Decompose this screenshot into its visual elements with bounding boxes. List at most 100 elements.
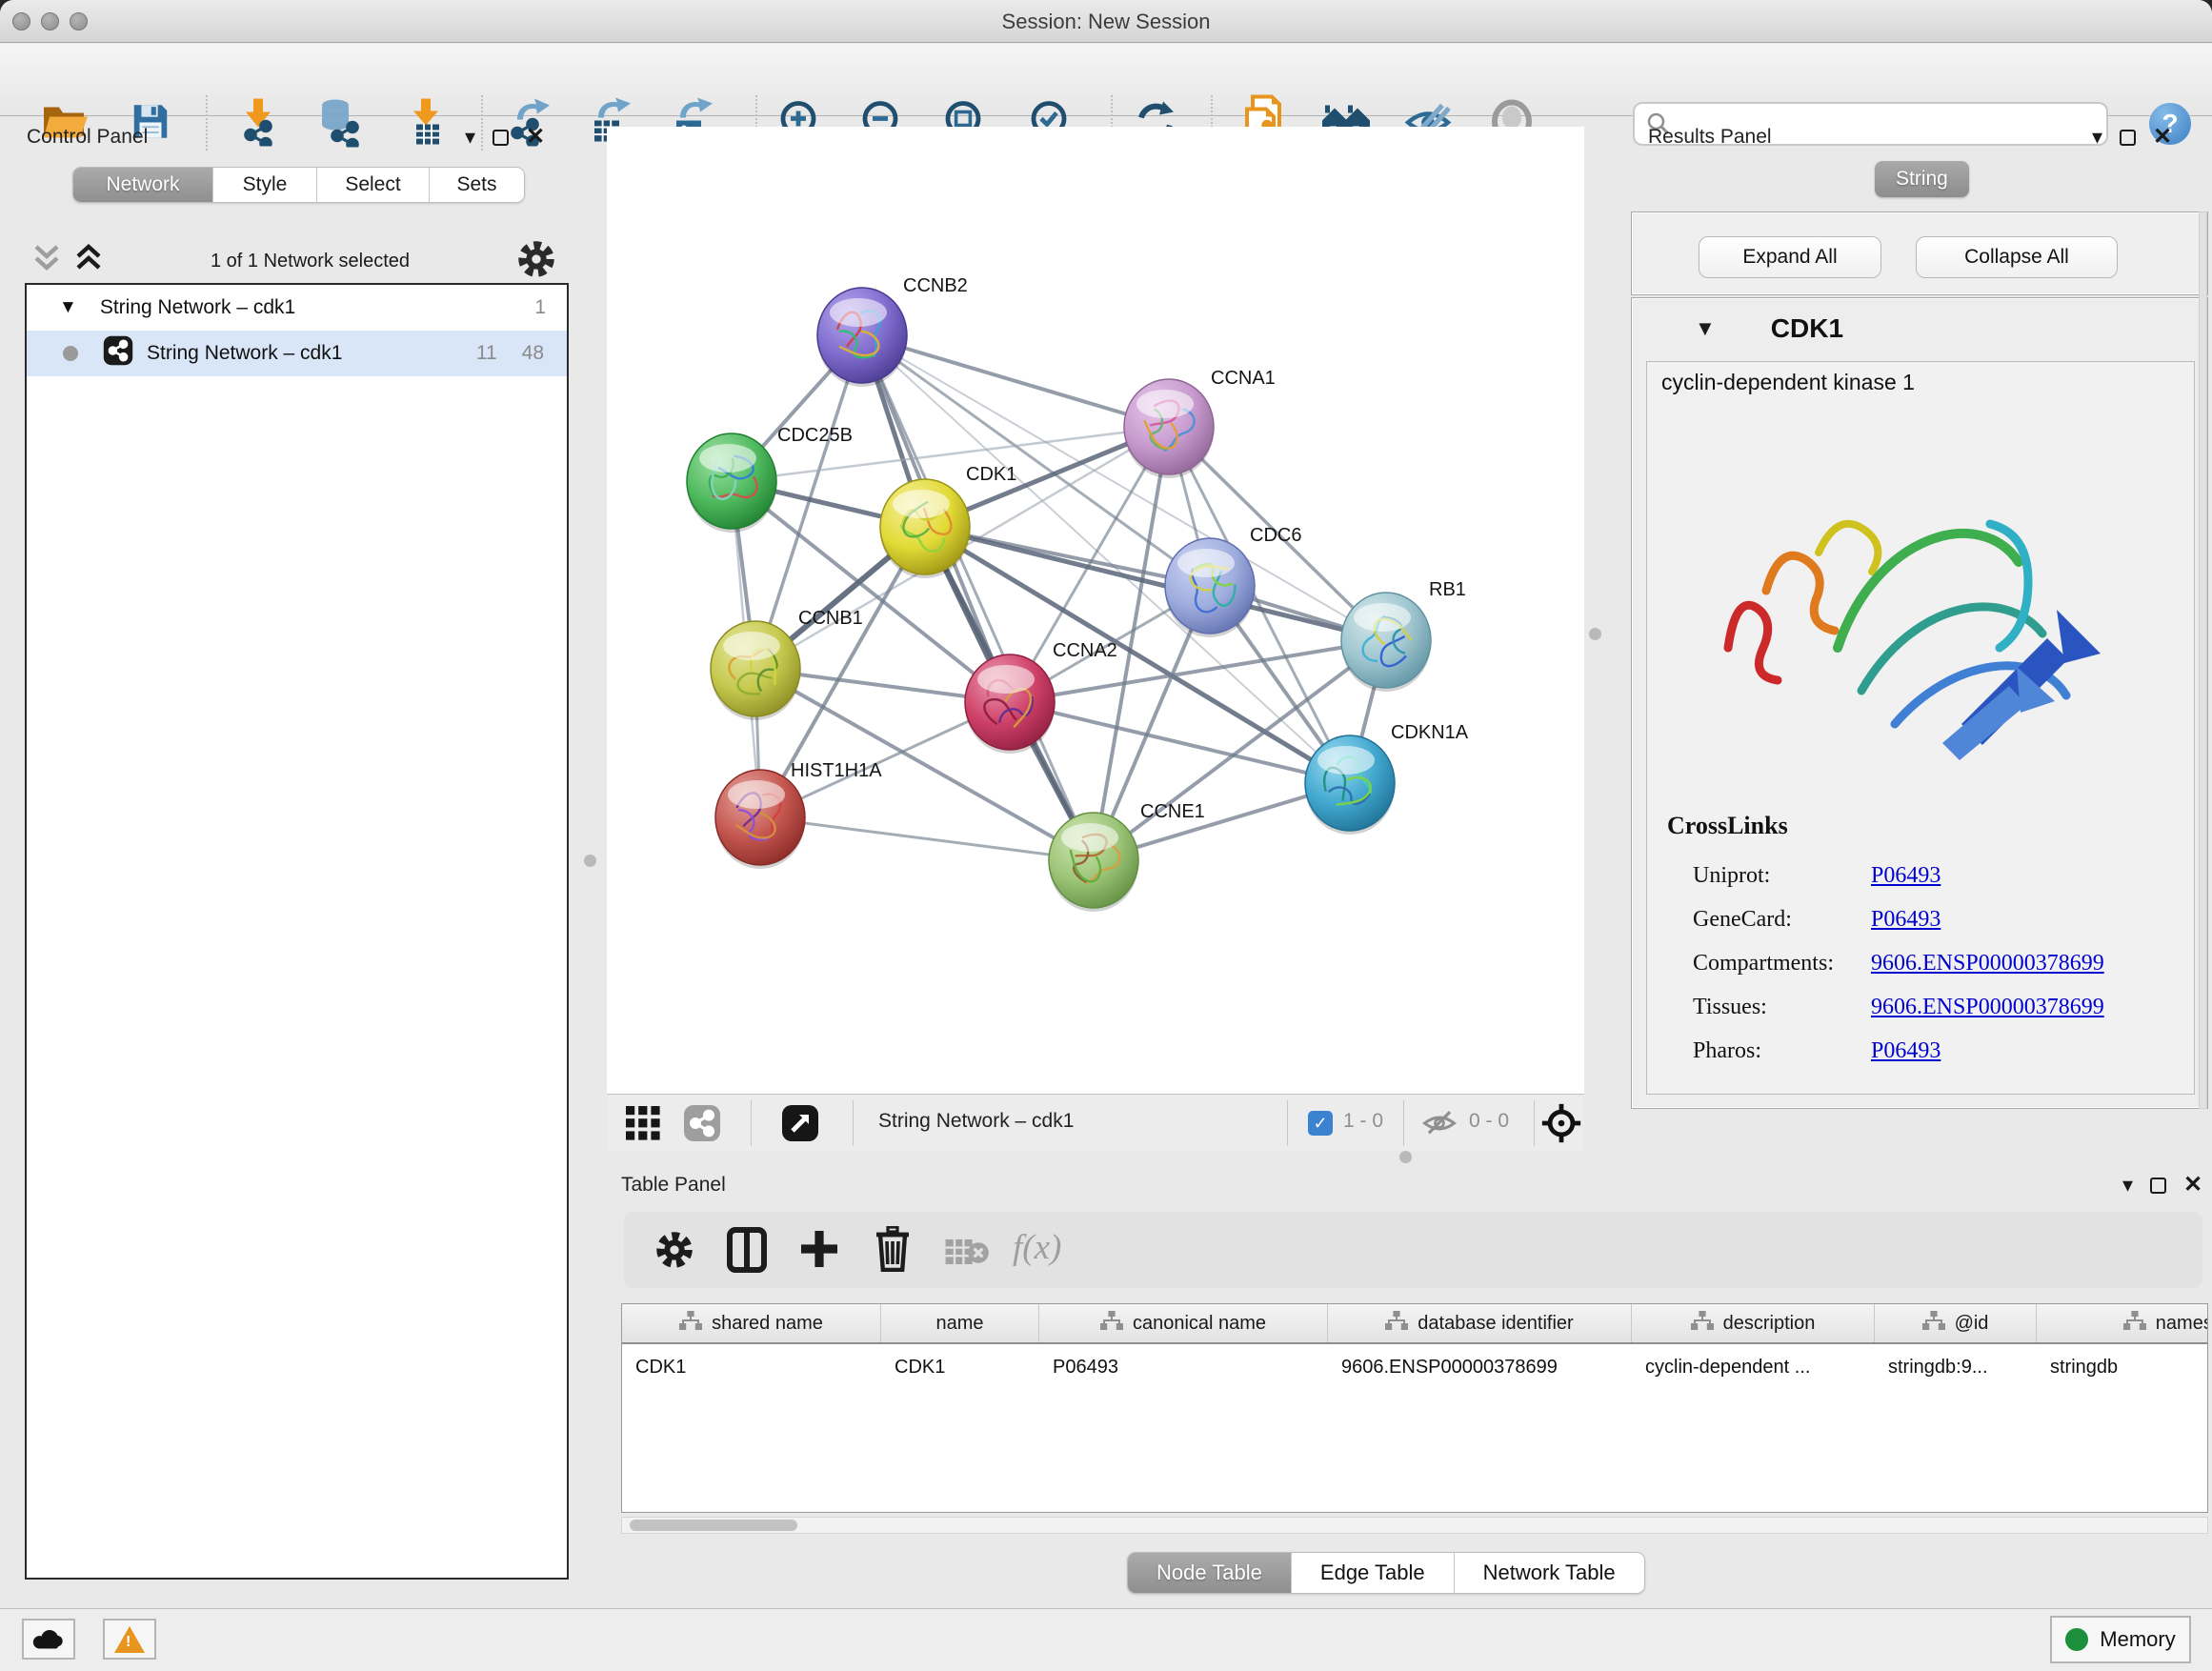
network-collection-row[interactable]: ▼ String Network – cdk1 1 <box>27 285 567 331</box>
separator <box>1287 1100 1288 1146</box>
table-cell[interactable]: P06493 <box>1039 1346 1328 1388</box>
function-builder-icon[interactable]: f(x) <box>1013 1227 1061 1268</box>
network-options-gear-icon[interactable] <box>517 240 555 283</box>
gene-caret-icon[interactable]: ▼ <box>1695 318 1716 339</box>
share-view-icon[interactable] <box>683 1104 721 1147</box>
crosslink-link[interactable]: P06493 <box>1871 907 1941 933</box>
edge-HIST1H1A-CCNE1[interactable] <box>760 817 1094 860</box>
import-network-file-button[interactable] <box>233 97 283 151</box>
hidden-eye-slash-icon[interactable] <box>1420 1109 1458 1142</box>
edge-CDK1-RB1[interactable] <box>925 527 1386 640</box>
network-canvas[interactable]: CCNB2CCNA1CDC25BCDK1CDC6RB1CCNB1CCNA2CDK… <box>607 127 1584 1094</box>
bottom-splitter-handle[interactable] <box>1399 1151 1412 1163</box>
column-label: @id <box>1955 1313 1989 1335</box>
tab-sets[interactable]: Sets <box>430 168 524 202</box>
grid-view-icon[interactable] <box>626 1106 660 1145</box>
node-CCNA1[interactable] <box>1124 379 1214 478</box>
node-CDC25B[interactable] <box>687 433 776 533</box>
table-cell[interactable]: CDK1 <box>881 1346 1039 1388</box>
column-header-description[interactable]: description <box>1632 1304 1875 1342</box>
table-cell[interactable]: stringdb:9... <box>1875 1346 2037 1388</box>
node-RB1[interactable] <box>1341 593 1431 692</box>
node-CDKN1A[interactable] <box>1305 735 1395 835</box>
results-panel-close-icon[interactable]: ✕ <box>2153 126 2172 149</box>
table-cell[interactable]: 9606.ENSP00000378699 <box>1328 1346 1632 1388</box>
table-panel-maximize-icon[interactable] <box>2150 1178 2166 1194</box>
warning-status-button[interactable]: ! <box>103 1619 156 1660</box>
table-cell[interactable]: CDK1 <box>622 1346 881 1388</box>
control-panel-float-icon[interactable]: ▾ <box>465 127 475 148</box>
results-panel-title: Results Panel <box>1648 126 1772 149</box>
cloud-status-button[interactable] <box>22 1619 75 1660</box>
delete-column-trash-icon[interactable] <box>874 1226 912 1277</box>
column-header-shared-name[interactable]: shared name <box>622 1304 881 1342</box>
results-scrollbar[interactable] <box>2199 211 2207 1109</box>
tab-network-table[interactable]: Network Table <box>1455 1553 1644 1593</box>
tree-caret-icon[interactable]: ▼ <box>59 297 77 318</box>
crosslink-link[interactable]: P06493 <box>1871 1038 1941 1064</box>
node-HIST1H1A[interactable] <box>715 770 805 869</box>
crosslink-link[interactable]: 9606.ENSP00000378699 <box>1871 951 2104 976</box>
node-CCNB2[interactable] <box>817 288 907 387</box>
tab-string[interactable]: String <box>1875 161 1969 197</box>
right-splitter-handle[interactable] <box>1589 628 1601 640</box>
separator <box>1403 1100 1404 1146</box>
table-hscrollbar[interactable] <box>621 1517 2208 1534</box>
network-row[interactable]: String Network – cdk1 11 48 <box>27 331 567 376</box>
network-graph[interactable]: CCNB2CCNA1CDC25BCDK1CDC6RB1CCNB1CCNA2CDK… <box>607 127 1584 1094</box>
crosslink-label: Uniprot: <box>1693 863 1871 889</box>
node-table: shared namenamecanonical namedatabase id… <box>621 1303 2208 1513</box>
table-panel-float-icon[interactable]: ▾ <box>2122 1175 2133 1196</box>
column-header-@id[interactable]: @id <box>1875 1304 2037 1342</box>
crosslink-label: Tissues: <box>1693 995 1871 1020</box>
tab-style[interactable]: Style <box>213 168 317 202</box>
birds-eye-view-icon[interactable] <box>1540 1102 1582 1149</box>
gene-section-header[interactable]: ▼ CDK1 <box>1632 298 2207 359</box>
tab-node-table[interactable]: Node Table <box>1128 1553 1292 1593</box>
import-network-database-button[interactable] <box>312 96 364 152</box>
edge-CCNB2-CCNA1[interactable] <box>862 335 1169 427</box>
crosslink-link[interactable]: 9606.ENSP00000378699 <box>1871 995 2104 1020</box>
open-in-new-window-icon[interactable] <box>781 1104 819 1147</box>
node-CCNB1[interactable] <box>711 621 800 720</box>
node-CCNA2[interactable] <box>965 654 1055 754</box>
status-bar: ! Memory <box>0 1608 2212 1671</box>
show-columns-icon[interactable] <box>727 1227 767 1278</box>
crosslink-label: Compartments: <box>1693 951 1871 976</box>
results-panel-maximize-icon[interactable] <box>2120 130 2136 146</box>
window-titlebar: Session: New Session <box>0 0 2212 43</box>
table-cell[interactable]: stringdb <box>2037 1346 2208 1388</box>
table-cell[interactable]: cyclin-dependent ... <box>1632 1346 1875 1388</box>
expand-all-networks-icon[interactable] <box>74 243 103 280</box>
tab-network[interactable]: Network <box>73 168 213 202</box>
edge-CCNB2-CCNE1[interactable] <box>862 335 1094 860</box>
selected-checkbox-icon[interactable]: ✓ <box>1308 1111 1333 1136</box>
warning-icon: ! <box>114 1626 145 1653</box>
column-header-name[interactable]: name <box>881 1304 1039 1342</box>
control-panel-close-icon[interactable]: ✕ <box>526 126 545 149</box>
node-CCNE1[interactable] <box>1049 813 1138 912</box>
add-column-icon[interactable] <box>799 1229 839 1274</box>
table-panel-close-icon[interactable]: ✕ <box>2183 1174 2202 1197</box>
column-header-namespace[interactable]: namespace <box>2037 1304 2208 1342</box>
control-panel-maximize-icon[interactable] <box>493 130 509 146</box>
table-settings-gear-icon[interactable] <box>655 1231 694 1274</box>
tab-select[interactable]: Select <box>317 168 430 202</box>
column-header-database-identifier[interactable]: database identifier <box>1328 1304 1632 1342</box>
crosslink-link[interactable]: P06493 <box>1871 863 1941 889</box>
column-type-icon <box>1691 1311 1714 1336</box>
node-CDK1[interactable] <box>880 479 970 578</box>
left-splitter-handle[interactable] <box>584 855 596 867</box>
memory-button[interactable]: Memory <box>2050 1616 2191 1663</box>
import-table-file-button[interactable] <box>401 97 451 151</box>
tab-edge-table[interactable]: Edge Table <box>1292 1553 1455 1593</box>
collapse-all-networks-icon[interactable] <box>32 243 61 280</box>
column-header-canonical-name[interactable]: canonical name <box>1039 1304 1328 1342</box>
table-hscrollbar-thumb[interactable] <box>630 1520 797 1531</box>
results-panel-float-icon[interactable]: ▾ <box>2092 127 2102 148</box>
node-CDC6[interactable] <box>1165 538 1255 637</box>
expand-all-button[interactable]: Expand All <box>1699 236 1881 278</box>
collapse-all-button[interactable]: Collapse All <box>1916 236 2118 278</box>
separator <box>751 1100 752 1146</box>
clear-table-icon[interactable] <box>944 1238 990 1273</box>
